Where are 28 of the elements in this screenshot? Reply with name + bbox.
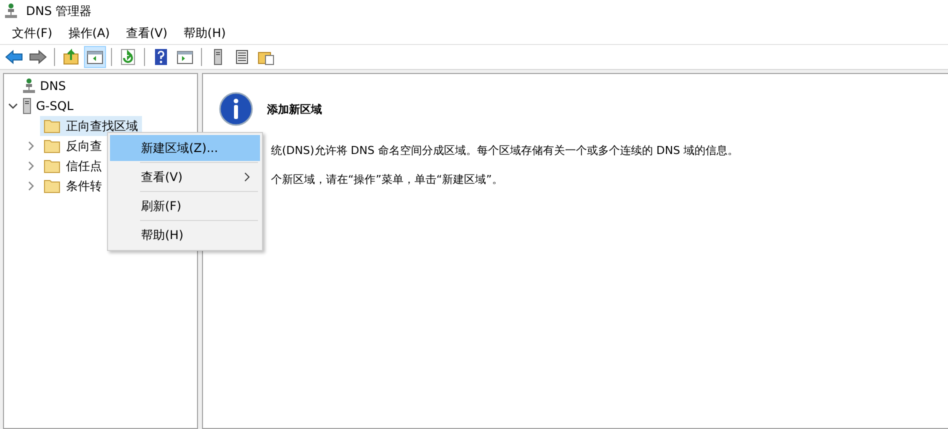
context-menu-item[interactable]: 刷新(F) xyxy=(110,193,260,219)
description-text: 统(DNS)允许将 DNS 命名空间分成区域。每个区域存储有关一个或多个连续的 DNS 域的信息。 xyxy=(271,143,740,158)
description-text: 个新区域，请在“操作”菜单，单击“新建区域”。 xyxy=(271,172,504,187)
server-icon xyxy=(22,98,32,114)
folder-icon xyxy=(44,119,60,133)
window-title: DNS 管理器 xyxy=(26,2,92,20)
menu-item[interactable]: 操作(A) xyxy=(60,24,118,42)
tree-item[interactable]: 正向查找区域 xyxy=(40,116,142,136)
tree-item[interactable]: 反向查 xyxy=(40,136,106,156)
tree-item[interactable]: G-SQL xyxy=(36,99,74,113)
folder-icon xyxy=(44,139,60,153)
context-menu-item[interactable]: 帮助(H) xyxy=(110,222,260,248)
network-icon xyxy=(4,3,18,19)
tree-item[interactable]: 条件转 xyxy=(40,176,106,196)
menu-item[interactable]: 帮助(H) xyxy=(175,24,234,42)
section-title: 添加新区域 xyxy=(267,102,322,116)
tree-item[interactable]: 信任点 xyxy=(40,156,106,176)
folder-icon xyxy=(44,179,60,193)
console-tree-icon[interactable] xyxy=(84,46,106,68)
network-icon xyxy=(22,78,36,94)
menu-item[interactable]: 文件(F) xyxy=(4,24,60,42)
folder-icon xyxy=(44,159,60,173)
chevron-icon[interactable] xyxy=(8,101,18,111)
tree-item[interactable]: DNS xyxy=(40,79,66,93)
info-icon xyxy=(219,92,253,126)
context-menu-item[interactable]: 查看(V) xyxy=(110,164,260,190)
menu-item[interactable]: 查看(V) xyxy=(118,24,176,42)
context-menu-item[interactable]: 新建区域(Z)... xyxy=(110,135,260,161)
